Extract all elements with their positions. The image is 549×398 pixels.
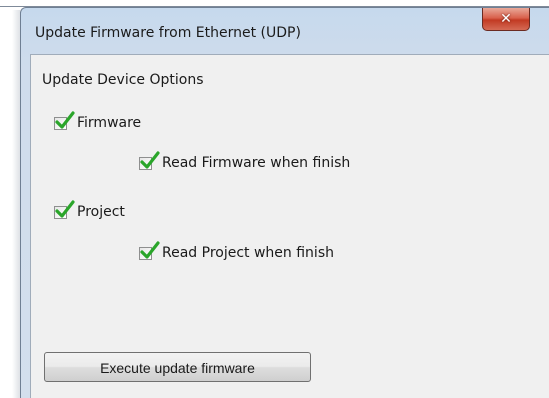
firmware-checkbox-row[interactable]: Firmware [54, 110, 142, 131]
checkmark-icon [140, 150, 160, 169]
close-button[interactable]: ✕ [482, 8, 530, 31]
top-edge [0, 0, 549, 7]
read-project-checkbox[interactable] [139, 240, 160, 260]
firmware-checkbox[interactable] [54, 110, 75, 130]
dialog-window: Update Firmware from Ethernet (UDP) ✕ Up… [20, 7, 549, 398]
title-bar[interactable]: Update Firmware from Ethernet (UDP) ✕ [21, 8, 549, 54]
close-icon: ✕ [500, 11, 512, 27]
read-firmware-checkbox-row[interactable]: Read Firmware when finish [139, 150, 351, 171]
execute-update-button[interactable]: Execute update firmware [44, 352, 311, 382]
project-checkbox-row[interactable]: Project [54, 199, 125, 220]
read-project-label: Read Project when finish [162, 245, 334, 261]
checkmark-icon [140, 240, 160, 259]
checkmark-icon [55, 110, 75, 129]
read-project-checkbox-row[interactable]: Read Project when finish [139, 240, 334, 261]
project-checkbox[interactable] [54, 199, 75, 219]
window-title: Update Firmware from Ethernet (UDP) [35, 25, 301, 41]
project-label: Project [77, 204, 125, 220]
section-label: Update Device Options [42, 72, 204, 88]
screen: Update Firmware from Ethernet (UDP) ✕ Up… [0, 0, 549, 398]
firmware-label: Firmware [77, 115, 142, 131]
read-firmware-checkbox[interactable] [139, 150, 160, 170]
checkmark-icon [55, 199, 75, 218]
window-shadow [12, 10, 20, 398]
dialog-body: Update Device Options Firmware Read Firm… [30, 54, 549, 398]
read-firmware-label: Read Firmware when finish [162, 155, 351, 171]
